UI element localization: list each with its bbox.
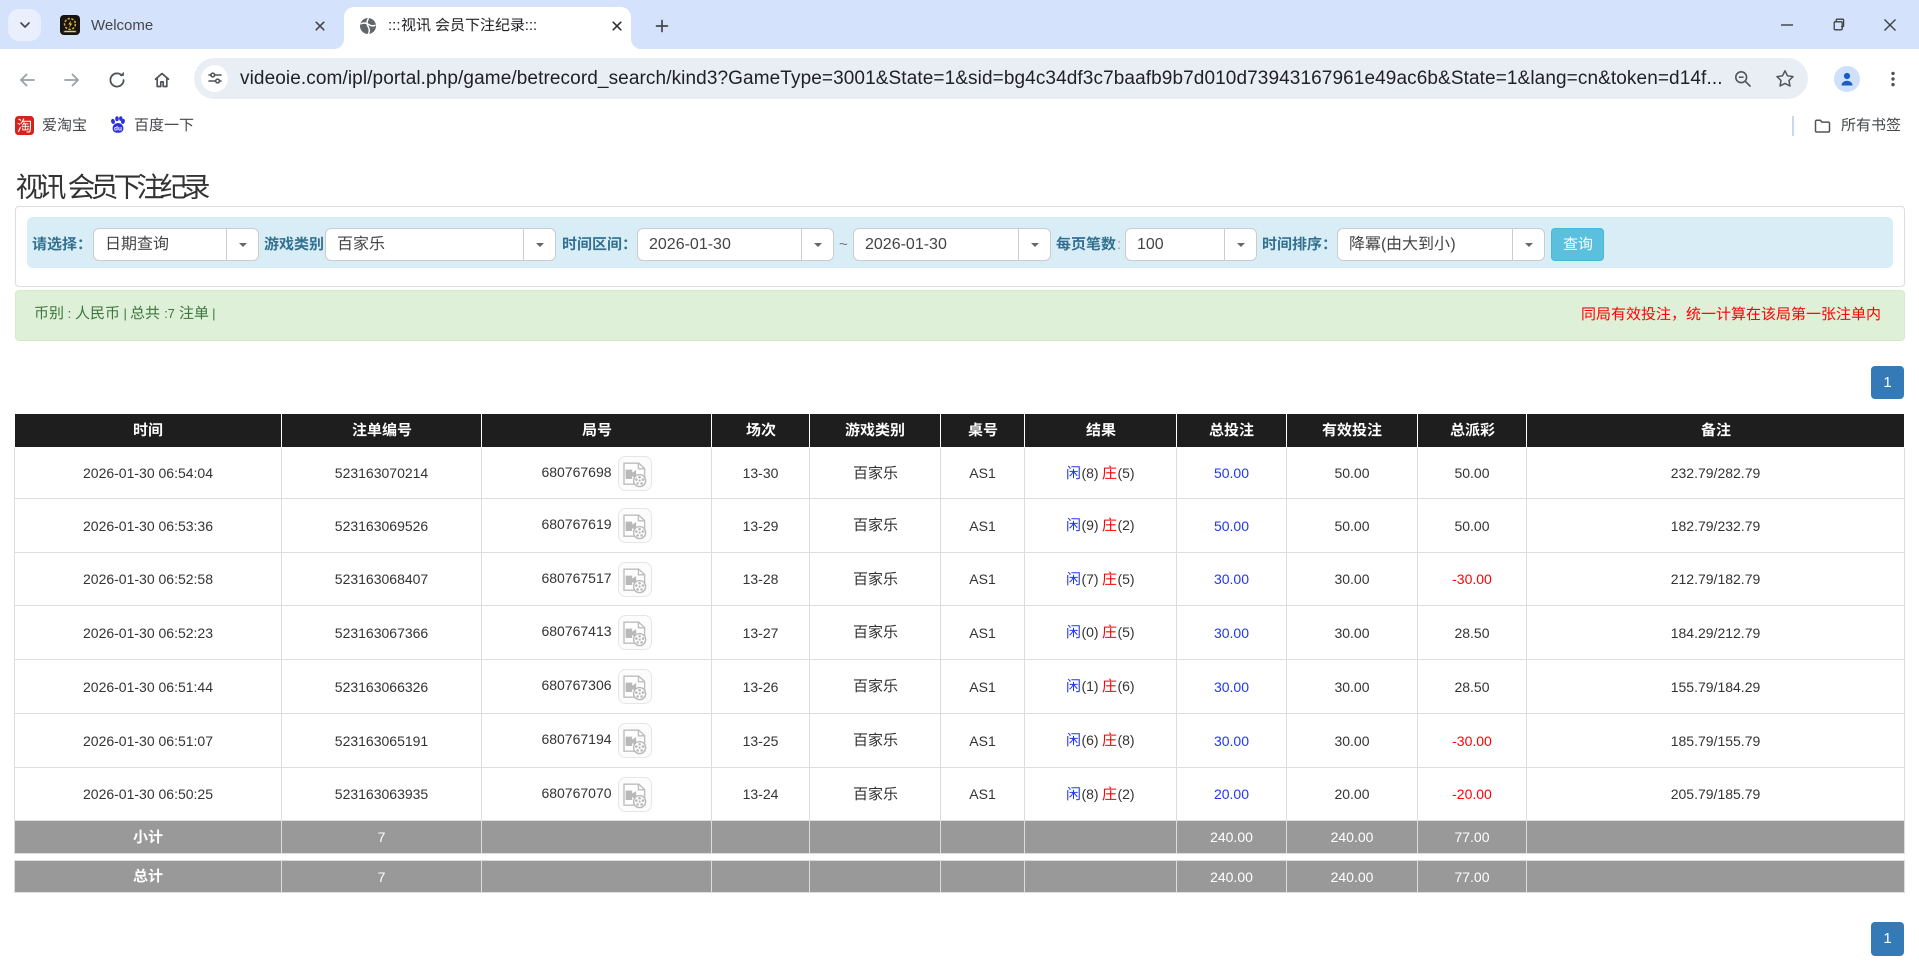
svg-text:du: du <box>114 126 122 133</box>
